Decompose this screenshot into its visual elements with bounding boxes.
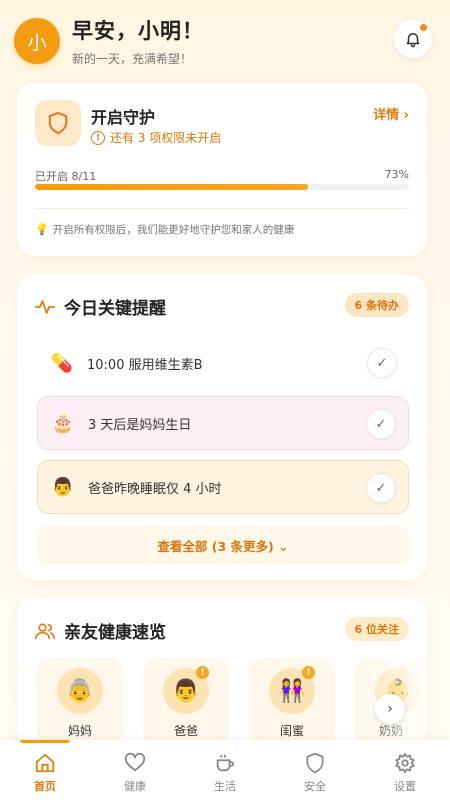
person-card[interactable]: 👵 妈妈	[37, 658, 123, 746]
reminder-text: 10:00 服用维生素B	[87, 357, 203, 373]
alert-icon: !	[196, 666, 209, 679]
tab-label: 健康	[124, 780, 146, 793]
reminder-count-badge: 6 条待办	[344, 293, 409, 317]
tab-safety[interactable]: 安全	[270, 740, 360, 800]
reminder-item[interactable]: 💊 10:00 服用维生素B ✓	[37, 336, 409, 390]
chevron-right-icon: ›	[403, 108, 409, 123]
shield-icon	[48, 111, 68, 135]
guard-card: 开启守护 ! 还有 3 项权限未开启 详情 › 已开启 8/11 73% 💡 开…	[17, 82, 427, 256]
check-button[interactable]: ✓	[366, 409, 396, 439]
warning-icon: !	[91, 130, 105, 145]
progress-track	[35, 184, 409, 190]
tab-label: 设置	[394, 780, 416, 793]
shield-icon-box	[35, 100, 81, 146]
check-button[interactable]: ✓	[367, 348, 397, 378]
greeting-title: 早安，小明！	[72, 19, 204, 43]
shield-icon	[306, 752, 324, 774]
reminder-item[interactable]: 🎂 3 天后是妈妈生日 ✓	[37, 396, 409, 450]
health-count-badge: 6 位关注	[344, 617, 409, 641]
guard-warning-text: 还有 3 项权限未开启	[110, 131, 222, 145]
users-icon	[35, 623, 55, 639]
active-indicator	[20, 740, 70, 743]
alert-icon: !	[302, 666, 315, 679]
view-all-button[interactable]: 查看全部 (3 条更多) ⌄	[37, 526, 409, 564]
person-name: 闺蜜	[279, 724, 304, 738]
person-card[interactable]: 👭 ! 闺蜜	[249, 658, 335, 746]
reminder-text: 爸爸昨晚睡眠仅 4 小时	[88, 481, 222, 497]
person-card[interactable]: 👨 ! 爸爸	[143, 658, 229, 746]
greeting-subtitle: 新的一天，充满希望！	[72, 52, 193, 66]
notification-button[interactable]	[394, 20, 432, 58]
guard-tip: 💡 开启所有权限后，我们能更好地守护您和家人的健康	[35, 222, 294, 237]
pill-icon: 💊	[50, 352, 74, 374]
tab-home[interactable]: 首页	[0, 740, 90, 800]
health-title: 亲友健康速览	[64, 623, 166, 643]
guard-tip-text: 开启所有权限后，我们能更好地守护您和家人的健康	[52, 224, 295, 236]
home-icon	[35, 753, 55, 773]
tab-label: 安全	[304, 780, 326, 793]
progress-label: 已开启 8/11	[35, 170, 97, 183]
tab-life[interactable]: 生活	[180, 740, 270, 800]
reminder-text: 3 天后是妈妈生日	[88, 417, 192, 433]
pulse-icon	[35, 299, 55, 314]
heart-icon	[124, 752, 146, 772]
health-card: 亲友健康速览 6 位关注 👵 妈妈 👨 ! 爸爸 👭 ! 闺蜜 👶 奶奶 ›	[17, 598, 427, 748]
tab-settings[interactable]: 设置	[360, 740, 450, 800]
guard-title: 开启守护	[91, 108, 156, 127]
reminder-header: 今日关键提醒	[35, 294, 166, 319]
detail-label: 详情	[373, 108, 400, 123]
reminder-item[interactable]: 👨 爸爸昨晚睡眠仅 4 小时 ✓	[37, 460, 409, 514]
tab-label: 生活	[214, 780, 236, 793]
person-avatar: 👵	[57, 668, 103, 714]
progress-percent: 73%	[384, 168, 409, 181]
divider	[35, 208, 409, 209]
bell-icon	[406, 33, 420, 48]
person-name: 妈妈	[67, 724, 92, 738]
lightbulb-icon: 💡	[35, 223, 49, 236]
reminder-card: 今日关键提醒 6 条待办 💊 10:00 服用维生素B ✓ 🎂 3 天后是妈妈生…	[17, 274, 427, 580]
cake-icon: 🎂	[51, 412, 75, 434]
health-header: 亲友健康速览	[35, 618, 166, 643]
header: 小 早安，小明！ 新的一天，充满希望！	[14, 16, 436, 66]
avatar[interactable]: 小	[14, 18, 60, 64]
person-name: 爸爸	[173, 724, 198, 738]
reminder-title: 今日关键提醒	[64, 299, 166, 319]
tab-label: 首页	[34, 780, 56, 793]
check-button[interactable]: ✓	[366, 473, 396, 503]
progress-fill	[35, 184, 309, 190]
detail-link[interactable]: 详情 ›	[373, 104, 409, 123]
father-icon: 👨	[51, 476, 75, 498]
greeting-block: 早安，小明！ 新的一天，充满希望！	[72, 15, 204, 67]
tab-health[interactable]: 健康	[90, 740, 180, 800]
scroll-right-button[interactable]: ›	[375, 694, 405, 724]
gear-icon	[395, 752, 415, 774]
notification-dot	[420, 24, 427, 31]
coffee-icon	[216, 754, 235, 772]
guard-warning: ! 还有 3 项权限未开启	[91, 129, 221, 146]
tab-bar: 首页 健康 生活 安全 设置	[0, 740, 450, 800]
